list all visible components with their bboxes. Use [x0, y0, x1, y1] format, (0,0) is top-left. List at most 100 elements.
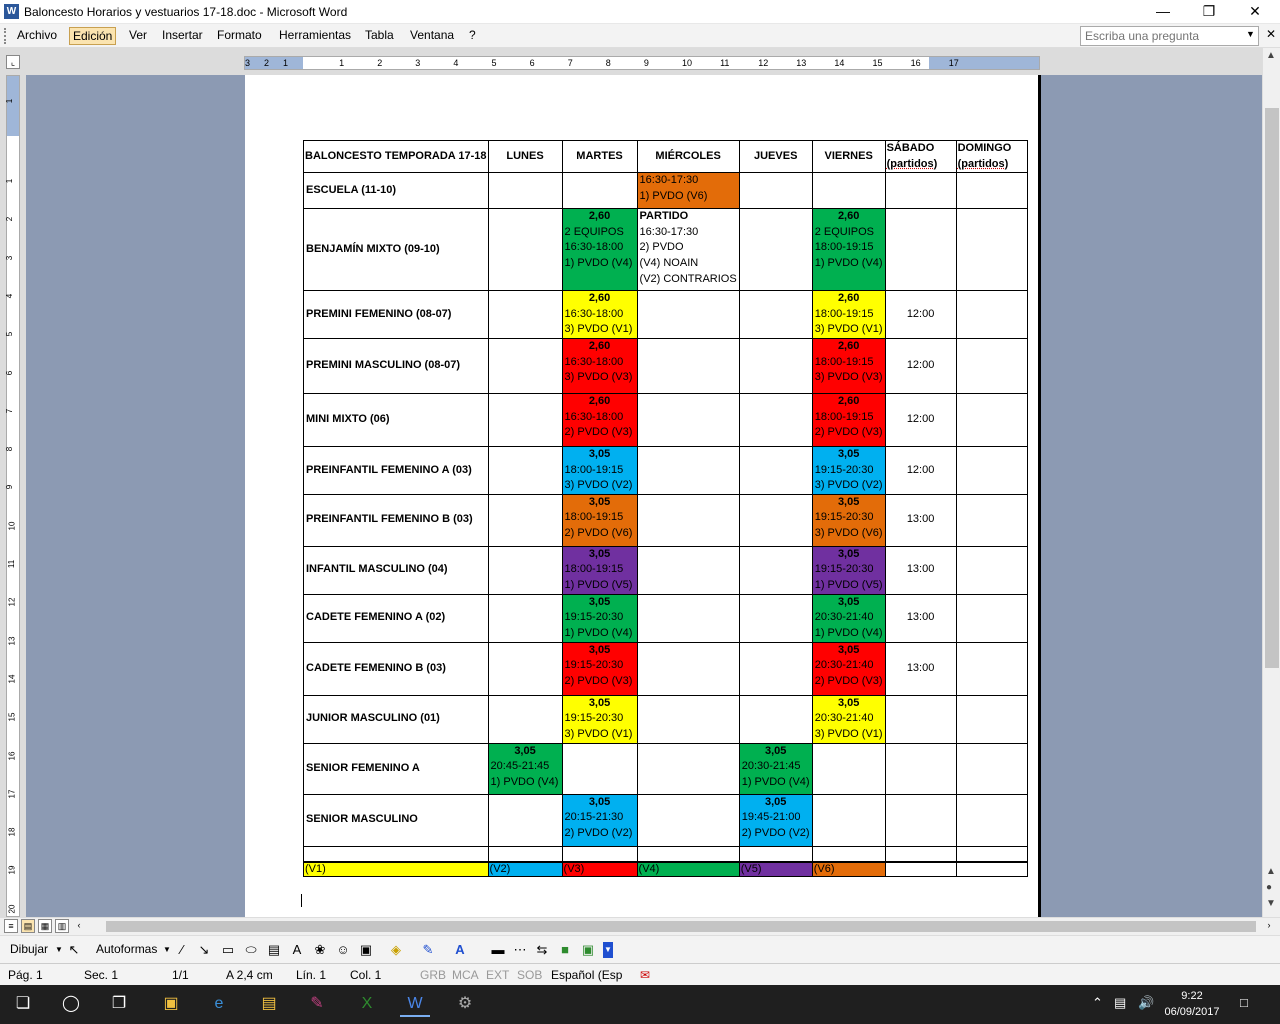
browse-object-icon[interactable]: ●	[1266, 882, 1272, 893]
arrow-icon[interactable]: ↘	[196, 942, 212, 958]
spelling-status-icon[interactable]: ✉	[640, 968, 650, 982]
menu-edicion[interactable]: Edición	[69, 27, 117, 45]
empty-cell[interactable]	[738, 337, 813, 394]
dibujar-menu[interactable]: Dibujar	[10, 942, 48, 956]
start-icon[interactable]: ❏	[8, 991, 38, 1017]
vertical-scroll-thumb[interactable]	[1265, 108, 1279, 668]
menu-tabla[interactable]: Tabla	[362, 27, 397, 45]
empty-cell[interactable]	[636, 337, 740, 394]
slot-cell[interactable]: 3,05 19:15-20:30 3) PVDO (V1)	[561, 694, 638, 744]
paint-app-icon[interactable]: ▣	[156, 991, 186, 1017]
team-name-cell[interactable]: PREINFANTIL FEMENINO A (03)	[303, 445, 489, 495]
menu-herramientas[interactable]: Herramientas	[276, 27, 354, 45]
arrow-style-icon[interactable]: ⇆	[534, 942, 550, 958]
slot-cell[interactable]: 2,60 16:30-18:00 3) PVDO (V1)	[561, 290, 638, 339]
empty-cell[interactable]	[636, 392, 740, 447]
normal-view-icon[interactable]: ≡	[4, 919, 18, 933]
empty-cell[interactable]	[884, 208, 957, 292]
horizontal-scroll-thumb[interactable]	[106, 921, 1256, 932]
slot-cell[interactable]: 2,60 16:30-18:00 2) PVDO (V3)	[561, 392, 638, 447]
horizontal-scrollbar[interactable]: ≡ ▤ ▦ ▥ ‹ ›	[0, 917, 1280, 935]
diagram-icon[interactable]: ❀	[312, 942, 328, 958]
empty-cell[interactable]	[955, 845, 1028, 863]
empty-cell[interactable]	[738, 694, 813, 744]
team-name-cell[interactable]: MINI MIXTO (06)	[303, 392, 489, 447]
textbox-icon[interactable]: ▤	[266, 942, 282, 958]
print-view-icon[interactable]: ▦	[38, 919, 52, 933]
team-name-cell[interactable]: PREMINI FEMENINO (08-07)	[303, 290, 489, 339]
legend-cell[interactable]: (V3)	[561, 861, 638, 878]
toolbar-options-icon[interactable]: ▼	[603, 942, 613, 958]
empty-cell[interactable]	[884, 793, 957, 847]
ask-question-input[interactable]	[1080, 26, 1259, 46]
empty-cell[interactable]	[884, 172, 957, 210]
reading-view-icon[interactable]: ▥	[55, 919, 69, 933]
empty-cell[interactable]	[487, 845, 563, 863]
legend-cell[interactable]: (V6)	[811, 861, 886, 878]
tray-chevron-icon[interactable]: ⌃	[1092, 995, 1103, 1011]
header-cell[interactable]: DOMINGO (partidos)	[955, 139, 1028, 174]
empty-cell[interactable]	[955, 493, 1028, 547]
menu-grip[interactable]	[4, 28, 8, 44]
slot-cell[interactable]: 3,05 19:15-20:30 3) PVDO (V2)	[811, 445, 886, 495]
empty-cell[interactable]	[738, 493, 813, 547]
image-icon[interactable]: ▣	[358, 942, 374, 958]
legend-cell[interactable]: (V4)	[636, 861, 740, 878]
empty-cell[interactable]	[738, 641, 813, 696]
empty-cell[interactable]	[738, 545, 813, 595]
autoformas-dropdown-icon[interactable]: ▼	[163, 945, 171, 954]
slot-cell[interactable]: 3,05 19:45-21:00 2) PVDO (V2)	[738, 793, 813, 847]
empty-cell[interactable]	[738, 172, 813, 210]
match-time-cell[interactable]: 12:00	[884, 337, 957, 394]
scroll-right-icon[interactable]: ›	[1262, 919, 1276, 933]
team-name-cell[interactable]: CADETE FEMENINO A (02)	[303, 593, 489, 643]
empty-cell[interactable]	[955, 337, 1028, 394]
empty-cell[interactable]	[636, 445, 740, 495]
empty-cell[interactable]	[487, 172, 563, 210]
empty-cell[interactable]	[487, 392, 563, 447]
team-name-cell[interactable]: BENJAMÍN MIXTO (09-10)	[303, 208, 489, 292]
empty-cell[interactable]	[636, 290, 740, 339]
legend-cell[interactable]: (V1)	[303, 861, 489, 878]
empty-cell[interactable]	[487, 445, 563, 495]
slot-cell[interactable]: 2,60 2 EQUIPOS 18:00-19:15 1) PVDO (V4)	[811, 208, 886, 292]
empty-cell[interactable]	[636, 593, 740, 643]
slot-cell[interactable]: 3,05 20:30-21:40 2) PVDO (V3)	[811, 641, 886, 696]
line-style-icon[interactable]: ▬	[490, 942, 506, 958]
close-document-icon[interactable]: ✕	[1266, 27, 1276, 41]
empty-cell[interactable]	[811, 793, 886, 847]
empty-cell[interactable]	[487, 593, 563, 643]
status-language[interactable]: Español (Esp	[551, 968, 622, 982]
empty-cell[interactable]	[487, 793, 563, 847]
team-name-cell[interactable]: SENIOR MASCULINO	[303, 793, 489, 847]
close-button[interactable]: ✕	[1232, 0, 1278, 24]
dash-style-icon[interactable]: ⋯	[512, 942, 528, 958]
team-name-cell[interactable]: PREINFANTIL FEMENINO B (03)	[303, 493, 489, 547]
status-mca[interactable]: MCA	[452, 968, 479, 982]
match-time-cell[interactable]: 12:00	[884, 392, 957, 447]
word-taskbar-icon[interactable]: W	[400, 991, 430, 1017]
match-time-cell[interactable]: 13:00	[884, 641, 957, 696]
next-page-icon[interactable]: ▼	[1266, 898, 1276, 909]
menu-formato[interactable]: Formato	[214, 27, 265, 45]
empty-cell[interactable]	[955, 593, 1028, 643]
schedule-table[interactable]: BALONCESTO TEMPORADA 17-18 LUNES MARTES MIÉ…	[303, 139, 1028, 878]
empty-cell[interactable]	[811, 172, 886, 210]
empty-cell[interactable]	[561, 845, 638, 863]
slot-cell[interactable]: 3,05 20:15-21:30 2) PVDO (V2)	[561, 793, 638, 847]
empty-cell[interactable]	[487, 208, 563, 292]
empty-cell[interactable]	[487, 641, 563, 696]
line-color-icon[interactable]: ✎	[420, 942, 436, 958]
empty-cell[interactable]	[636, 845, 740, 863]
slot-cell[interactable]: 3,05 20:30-21:40 3) PVDO (V1)	[811, 694, 886, 744]
empty-cell[interactable]	[955, 694, 1028, 744]
empty-cell[interactable]	[955, 861, 1028, 878]
slot-cell[interactable]: 2,60 18:00-19:15 3) PVDO (V1)	[811, 290, 886, 339]
autoformas-menu[interactable]: Autoformas	[96, 942, 157, 956]
empty-cell[interactable]	[811, 845, 886, 863]
empty-cell[interactable]	[955, 208, 1028, 292]
header-cell[interactable]: MARTES	[561, 139, 638, 174]
empty-cell[interactable]	[738, 445, 813, 495]
shadow-icon[interactable]: ■	[557, 942, 573, 958]
empty-cell[interactable]	[884, 845, 957, 863]
